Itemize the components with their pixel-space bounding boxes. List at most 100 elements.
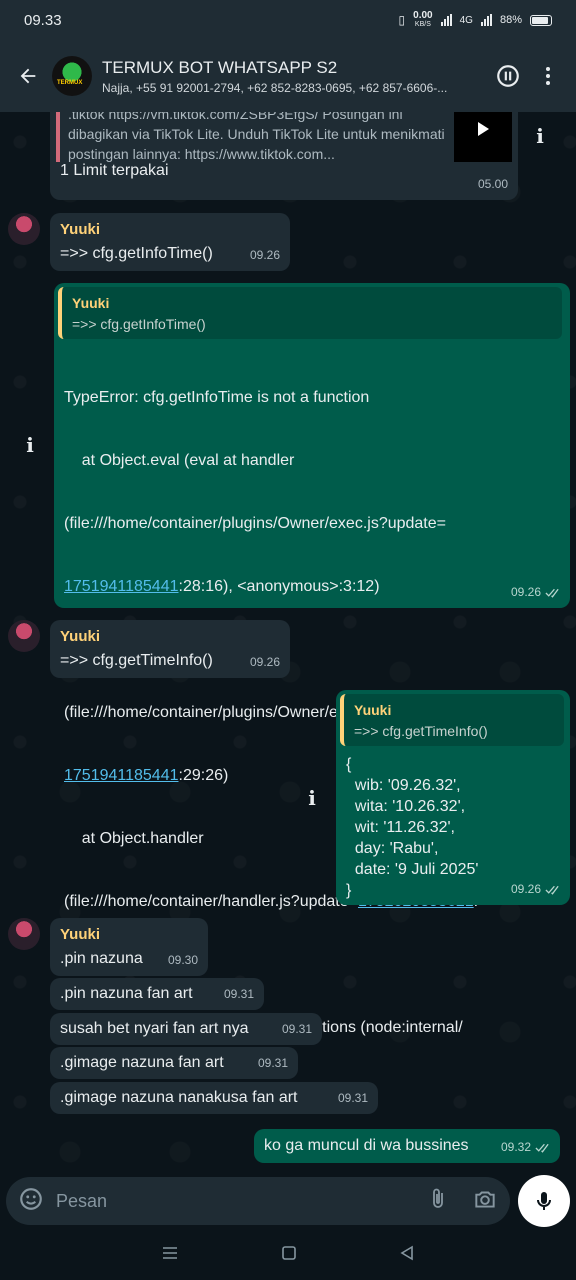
recents-button[interactable] [161, 1245, 179, 1266]
status-bar: 09.33 ▯ 0.00 KB/S 4G 88% [0, 0, 576, 40]
message-bubble[interactable]: Yuuki =>> cfg.getTimeInfo() { wib: '09.2… [336, 690, 570, 905]
message-meta: 09.26 [511, 582, 560, 603]
phone-link[interactable]: 1751941185441 [64, 578, 179, 595]
quoted-message[interactable]: Yuuki =>> cfg.getInfoTime() [58, 287, 562, 339]
message-meta: 09.31 [258, 1053, 288, 1074]
menu-lines-icon [163, 1246, 177, 1259]
message-text: ko ga muncul di wa bussines [264, 1137, 469, 1154]
signal-icon [440, 14, 452, 26]
net-speed: 0.00 KB/S [413, 11, 432, 29]
double-check-icon [545, 588, 559, 598]
error-line: at Object.eval (eval at handler [64, 452, 295, 469]
camera-icon [475, 1191, 495, 1208]
quoted-text: =>> cfg.getTimeInfo() [354, 723, 488, 739]
home-square-icon [282, 1245, 296, 1260]
avatar[interactable] [8, 213, 40, 245]
back-button[interactable] [8, 56, 48, 96]
link-preview-text: .tiktok https://vm.tiktok.com/ZSBP3EfgS/… [68, 112, 445, 162]
voice-message-button[interactable] [518, 1175, 570, 1227]
info-icon: i [308, 786, 316, 810]
message-text: .gimage nazuna nanakusa fan art [60, 1089, 298, 1106]
vibrate-icon: ▯ [398, 13, 406, 27]
info-button[interactable]: i [300, 786, 324, 810]
call-add-icon [497, 65, 519, 87]
attach-button[interactable] [426, 1187, 450, 1216]
message-bubble[interactable]: ko ga muncul di wa bussines 09.32 [254, 1129, 560, 1163]
avatar[interactable] [8, 620, 40, 652]
system-nav-bar [0, 1230, 576, 1280]
link-preview[interactable]: .tiktok https://vm.tiktok.com/ZSBP3EfgS/… [56, 112, 512, 162]
message-bubble[interactable]: susah bet nyari fan art nya 09.31 [50, 1013, 322, 1045]
error-line-rest: :28:16), <anonymous>:3:12) [178, 578, 380, 595]
message-input[interactable]: Pesan [56, 1191, 426, 1212]
message-time: 09.31 [281, 1022, 312, 1036]
quoted-text: =>> cfg.getInfoTime() [72, 316, 206, 332]
error-line: (file:///home/container/plugins/Owner/ex… [64, 515, 446, 532]
composer: Pesan [0, 1172, 576, 1230]
message-meta: 09.31 [338, 1088, 368, 1109]
home-button[interactable] [281, 1245, 297, 1266]
mic-icon [537, 1192, 551, 1210]
message-bubble[interactable]: .pin nazuna fan art 09.31 [50, 978, 264, 1010]
double-check-icon [545, 885, 559, 895]
message-text: .gimage nazuna fan art [60, 1054, 224, 1071]
message-text: 1 Limit terpakai [60, 162, 169, 179]
avatar[interactable] [8, 918, 40, 950]
message-bubble[interactable]: .gimage nazuna fan art 09.31 [50, 1047, 298, 1079]
message-text: =>> cfg.getTimeInfo() [60, 652, 213, 669]
chat-header: TERMUX TERMUX BOT WHATSAPP S2 Najja, +55… [0, 40, 576, 112]
video-thumbnail[interactable] [454, 112, 512, 162]
message-text: susah bet nyari fan art nya [60, 1020, 249, 1037]
call-button[interactable] [488, 56, 528, 96]
chat-messages[interactable]: .tiktok https://vm.tiktok.com/ZSBP3EfgS/… [0, 112, 576, 1172]
double-check-icon [535, 1143, 549, 1153]
message-time: 09.26 [510, 585, 541, 599]
error-line: TypeError: cfg.getInfoTime is not a func… [64, 389, 370, 406]
message-time: 09.31 [223, 987, 254, 1001]
message-time: 09.26 [249, 248, 280, 262]
info-button[interactable]: i [528, 124, 552, 148]
message-time: 09.26 [510, 882, 541, 896]
battery-icon [530, 14, 552, 26]
message-time: 09.31 [257, 1056, 288, 1070]
sender-name[interactable]: Yuuki [60, 219, 100, 240]
menu-button[interactable] [528, 56, 568, 96]
camera-button[interactable] [472, 1186, 498, 1217]
message-bubble[interactable]: Yuuki =>> cfg.getInfoTime() TypeError: c… [54, 283, 570, 1099]
message-meta: 09.26 [250, 245, 280, 266]
message-time: 09.32 [500, 1140, 531, 1154]
info-icon: i [26, 433, 34, 457]
message-meta: 09.31 [224, 984, 254, 1005]
message-text: =>> cfg.getInfoTime() [60, 245, 213, 262]
message-text: .pin nazuna fan art [60, 985, 193, 1002]
sticker-icon [20, 1187, 42, 1210]
net-speed-value: 0.00 [413, 10, 433, 21]
message-time: 09.26 [249, 655, 280, 669]
group-avatar[interactable]: TERMUX [52, 56, 92, 96]
group-info[interactable]: TERMUX BOT WHATSAPP S2 Najja, +55 91 920… [102, 58, 482, 95]
back-nav-button[interactable] [399, 1245, 415, 1266]
quoted-message[interactable]: Yuuki =>> cfg.getTimeInfo() [340, 694, 564, 746]
sender-name[interactable]: Yuuki [60, 626, 100, 647]
info-button[interactable]: i [18, 433, 42, 457]
signal-icon-2 [480, 14, 492, 26]
message-bubble[interactable]: Yuuki =>> cfg.getInfoTime() 09.26 [50, 213, 290, 271]
message-time: 05.00 [477, 177, 508, 191]
message-bubble[interactable]: Yuuki .pin nazuna 09.30 [50, 918, 208, 976]
message-bubble[interactable]: .tiktok https://vm.tiktok.com/ZSBP3EfgS/… [50, 112, 518, 200]
status-icons: ▯ 0.00 KB/S 4G 88% [399, 11, 552, 29]
group-members: Najja, +55 91 92001-2794, +62 852-8283-0… [102, 80, 448, 95]
group-title: TERMUX BOT WHATSAPP S2 [102, 57, 338, 77]
sticker-button[interactable] [18, 1186, 44, 1217]
message-meta: 09.31 [282, 1019, 312, 1040]
phone-link[interactable]: 1751941185441 [64, 767, 179, 784]
message-meta: 09.30 [168, 950, 198, 971]
net-speed-unit: KB/S [414, 21, 431, 28]
network-type: 4G [459, 14, 473, 26]
arrow-left-icon [20, 68, 36, 84]
message-input-bar[interactable]: Pesan [6, 1177, 510, 1225]
message-bubble[interactable]: .gimage nazuna nanakusa fan art 09.31 [50, 1082, 378, 1114]
message-bubble[interactable]: Yuuki =>> cfg.getTimeInfo() 09.26 [50, 620, 290, 678]
sender-name[interactable]: Yuuki [60, 924, 100, 945]
message-meta: 09.32 [501, 1137, 550, 1158]
